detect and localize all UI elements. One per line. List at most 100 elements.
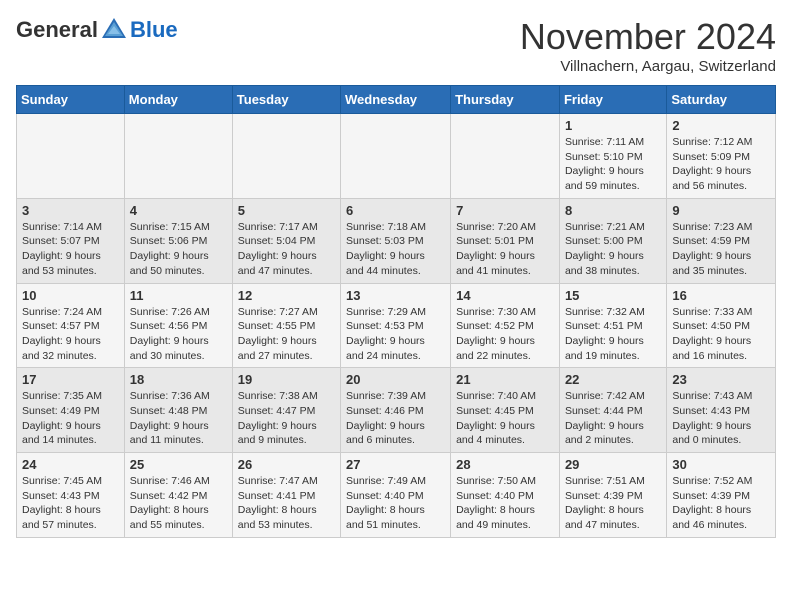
calendar-cell: 13 Sunrise: 7:29 AM Sunset: 4:53 PM Dayli… xyxy=(341,283,451,368)
weekday-header-cell: Friday xyxy=(559,86,666,114)
day-info: Sunrise: 7:39 AM Sunset: 4:46 PM Dayligh… xyxy=(346,389,445,448)
calendar-cell: 2Sunrise: 7:12 AM Sunset: 5:09 PM Daylig… xyxy=(667,114,776,199)
calendar-cell: 6 Sunrise: 7:18 AM Sunset: 5:03 PM Daylig… xyxy=(341,198,451,283)
day-number: 15 xyxy=(565,288,661,303)
calendar-week-row: 1 Sunrise: 7:11 AM Sunset: 5:10 PM Daylig… xyxy=(17,114,776,199)
day-number: 19 xyxy=(238,372,335,387)
calendar-cell: 7 Sunrise: 7:20 AM Sunset: 5:01 PM Daylig… xyxy=(451,198,560,283)
calendar-cell: 29 Sunrise: 7:51 AM Sunset: 4:39 PM Dayli… xyxy=(559,453,666,538)
day-number: 27 xyxy=(346,457,445,472)
calendar-week-row: 3Sunrise: 7:14 AM Sunset: 5:07 PM Daylig… xyxy=(17,198,776,283)
location: Villnachern, Aargau, Switzerland xyxy=(520,58,776,75)
calendar-cell: 15Sunrise: 7:32 AM Sunset: 4:51 PM Dayli… xyxy=(559,283,666,368)
logo-blue-text: Blue xyxy=(130,17,178,43)
day-info: Sunrise: 7:12 AM Sunset: 5:09 PM Dayligh… xyxy=(672,135,770,194)
day-number: 5 xyxy=(238,203,335,218)
day-info: Sunrise: 7:42 AM Sunset: 4:44 PM Dayligh… xyxy=(565,389,661,448)
calendar-cell: 21 Sunrise: 7:40 AM Sunset: 4:45 PM Dayli… xyxy=(451,368,560,453)
weekday-header-cell: Thursday xyxy=(451,86,560,114)
day-number: 21 xyxy=(456,372,554,387)
day-number: 12 xyxy=(238,288,335,303)
calendar-table: SundayMondayTuesdayWednesdayThursdayFrid… xyxy=(16,85,776,538)
day-info: Sunrise: 7:30 AM Sunset: 4:52 PM Dayligh… xyxy=(456,305,554,364)
weekday-header-cell: Wednesday xyxy=(341,86,451,114)
day-info: Sunrise: 7:29 AM Sunset: 4:53 PM Dayligh… xyxy=(346,305,445,364)
day-number: 22 xyxy=(565,372,661,387)
weekday-header-cell: Tuesday xyxy=(232,86,340,114)
day-number: 10 xyxy=(22,288,119,303)
day-info: Sunrise: 7:46 AM Sunset: 4:42 PM Dayligh… xyxy=(130,474,227,533)
weekday-header-cell: Saturday xyxy=(667,86,776,114)
calendar-cell xyxy=(341,114,451,199)
day-info: Sunrise: 7:14 AM Sunset: 5:07 PM Dayligh… xyxy=(22,220,119,279)
day-info: Sunrise: 7:38 AM Sunset: 4:47 PM Dayligh… xyxy=(238,389,335,448)
day-info: Sunrise: 7:51 AM Sunset: 4:39 PM Dayligh… xyxy=(565,474,661,533)
calendar-cell: 26Sunrise: 7:47 AM Sunset: 4:41 PM Dayli… xyxy=(232,453,340,538)
month-title: November 2024 xyxy=(520,16,776,58)
day-number: 4 xyxy=(130,203,227,218)
weekday-header-cell: Sunday xyxy=(17,86,125,114)
day-info: Sunrise: 7:11 AM Sunset: 5:10 PM Dayligh… xyxy=(565,135,661,194)
day-number: 17 xyxy=(22,372,119,387)
calendar-cell: 19 Sunrise: 7:38 AM Sunset: 4:47 PM Dayli… xyxy=(232,368,340,453)
calendar-cell xyxy=(17,114,125,199)
day-info: Sunrise: 7:26 AM Sunset: 4:56 PM Dayligh… xyxy=(130,305,227,364)
day-info: Sunrise: 7:33 AM Sunset: 4:50 PM Dayligh… xyxy=(672,305,770,364)
calendar-cell: 12 Sunrise: 7:27 AM Sunset: 4:55 PM Dayli… xyxy=(232,283,340,368)
calendar-cell: 9Sunrise: 7:23 AM Sunset: 4:59 PM Daylig… xyxy=(667,198,776,283)
day-number: 1 xyxy=(565,118,661,133)
calendar-cell: 24Sunrise: 7:45 AM Sunset: 4:43 PM Dayli… xyxy=(17,453,125,538)
day-number: 29 xyxy=(565,457,661,472)
calendar-week-row: 10 Sunrise: 7:24 AM Sunset: 4:57 PM Dayli… xyxy=(17,283,776,368)
calendar-cell: 4 Sunrise: 7:15 AM Sunset: 5:06 PM Daylig… xyxy=(124,198,232,283)
day-info: Sunrise: 7:18 AM Sunset: 5:03 PM Dayligh… xyxy=(346,220,445,279)
day-number: 13 xyxy=(346,288,445,303)
calendar-cell: 17Sunrise: 7:35 AM Sunset: 4:49 PM Dayli… xyxy=(17,368,125,453)
day-info: Sunrise: 7:17 AM Sunset: 5:04 PM Dayligh… xyxy=(238,220,335,279)
day-number: 26 xyxy=(238,457,335,472)
day-info: Sunrise: 7:49 AM Sunset: 4:40 PM Dayligh… xyxy=(346,474,445,533)
calendar-week-row: 24Sunrise: 7:45 AM Sunset: 4:43 PM Dayli… xyxy=(17,453,776,538)
day-info: Sunrise: 7:20 AM Sunset: 5:01 PM Dayligh… xyxy=(456,220,554,279)
calendar-cell: 14Sunrise: 7:30 AM Sunset: 4:52 PM Dayli… xyxy=(451,283,560,368)
day-number: 25 xyxy=(130,457,227,472)
day-info: Sunrise: 7:52 AM Sunset: 4:39 PM Dayligh… xyxy=(672,474,770,533)
day-info: Sunrise: 7:24 AM Sunset: 4:57 PM Dayligh… xyxy=(22,305,119,364)
title-block: November 2024 Villnachern, Aargau, Switz… xyxy=(520,16,776,75)
calendar-cell: 5 Sunrise: 7:17 AM Sunset: 5:04 PM Daylig… xyxy=(232,198,340,283)
day-info: Sunrise: 7:40 AM Sunset: 4:45 PM Dayligh… xyxy=(456,389,554,448)
day-number: 7 xyxy=(456,203,554,218)
calendar-cell: 18 Sunrise: 7:36 AM Sunset: 4:48 PM Dayli… xyxy=(124,368,232,453)
day-number: 6 xyxy=(346,203,445,218)
day-info: Sunrise: 7:21 AM Sunset: 5:00 PM Dayligh… xyxy=(565,220,661,279)
calendar-cell: 23 Sunrise: 7:43 AM Sunset: 4:43 PM Dayli… xyxy=(667,368,776,453)
calendar-cell: 11 Sunrise: 7:26 AM Sunset: 4:56 PM Dayli… xyxy=(124,283,232,368)
day-info: Sunrise: 7:43 AM Sunset: 4:43 PM Dayligh… xyxy=(672,389,770,448)
calendar-cell: 22 Sunrise: 7:42 AM Sunset: 4:44 PM Dayli… xyxy=(559,368,666,453)
day-number: 30 xyxy=(672,457,770,472)
calendar-cell: 8 Sunrise: 7:21 AM Sunset: 5:00 PM Daylig… xyxy=(559,198,666,283)
day-info: Sunrise: 7:27 AM Sunset: 4:55 PM Dayligh… xyxy=(238,305,335,364)
calendar-cell: 16 Sunrise: 7:33 AM Sunset: 4:50 PM Dayli… xyxy=(667,283,776,368)
day-number: 9 xyxy=(672,203,770,218)
day-number: 23 xyxy=(672,372,770,387)
calendar-cell: 3Sunrise: 7:14 AM Sunset: 5:07 PM Daylig… xyxy=(17,198,125,283)
calendar-week-row: 17Sunrise: 7:35 AM Sunset: 4:49 PM Dayli… xyxy=(17,368,776,453)
day-info: Sunrise: 7:45 AM Sunset: 4:43 PM Dayligh… xyxy=(22,474,119,533)
calendar-cell: 27 Sunrise: 7:49 AM Sunset: 4:40 PM Dayli… xyxy=(341,453,451,538)
day-info: Sunrise: 7:36 AM Sunset: 4:48 PM Dayligh… xyxy=(130,389,227,448)
day-number: 20 xyxy=(346,372,445,387)
calendar-cell: 28Sunrise: 7:50 AM Sunset: 4:40 PM Dayli… xyxy=(451,453,560,538)
calendar-cell: 10 Sunrise: 7:24 AM Sunset: 4:57 PM Dayli… xyxy=(17,283,125,368)
day-number: 18 xyxy=(130,372,227,387)
day-number: 16 xyxy=(672,288,770,303)
logo-icon xyxy=(100,16,128,44)
weekday-header-row: SundayMondayTuesdayWednesdayThursdayFrid… xyxy=(17,86,776,114)
day-info: Sunrise: 7:15 AM Sunset: 5:06 PM Dayligh… xyxy=(130,220,227,279)
day-number: 11 xyxy=(130,288,227,303)
calendar-cell xyxy=(232,114,340,199)
calendar-body: 1 Sunrise: 7:11 AM Sunset: 5:10 PM Daylig… xyxy=(17,114,776,538)
calendar-cell: 1 Sunrise: 7:11 AM Sunset: 5:10 PM Daylig… xyxy=(559,114,666,199)
day-number: 8 xyxy=(565,203,661,218)
logo: General Blue xyxy=(16,16,178,44)
